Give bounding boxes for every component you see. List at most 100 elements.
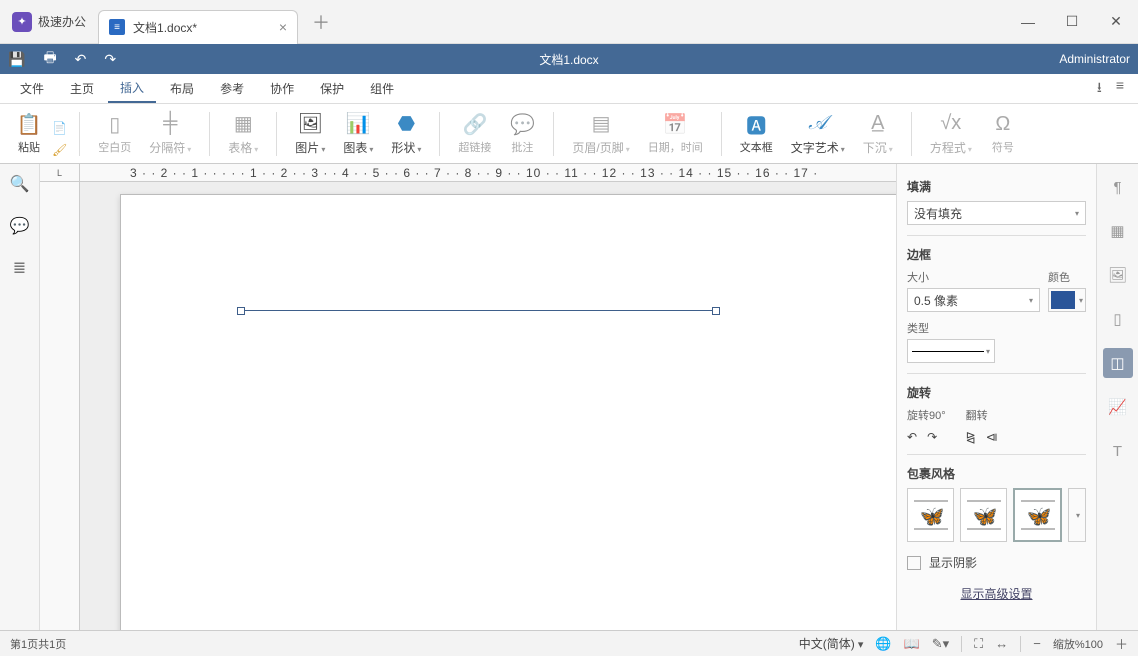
tab-file[interactable]: 文件: [8, 75, 56, 102]
search-icon[interactable]: 🔍: [10, 174, 30, 194]
fit-page-icon[interactable]: ⛶: [974, 636, 983, 652]
wordart-icon: 𝒜: [808, 112, 827, 136]
outline-icon[interactable]: ≣: [13, 258, 26, 278]
page[interactable]: [120, 194, 896, 630]
border-heading: 边框: [907, 246, 1086, 263]
shape-button[interactable]: ⬣形状▾: [385, 110, 427, 158]
document-tab[interactable]: ≡ 文档1.docx* ×: [98, 10, 298, 44]
image-button[interactable]: 🖼图片▾: [289, 110, 331, 158]
hamburger-icon[interactable]: ≡: [1116, 77, 1124, 101]
flip-horizontal-icon[interactable]: ⧏: [986, 430, 998, 444]
wrap-more-button[interactable]: ▾: [1068, 488, 1086, 542]
zoom-in-button[interactable]: ＋: [1115, 634, 1128, 653]
redo-icon[interactable]: ↷: [104, 51, 116, 68]
tab-insert[interactable]: 插入: [108, 74, 156, 103]
blank-page-button: ▯空白页: [92, 110, 137, 157]
paste-button[interactable]: 📋 粘贴: [10, 110, 48, 157]
border-style-select[interactable]: ▾: [907, 339, 995, 363]
globe-icon[interactable]: 🌐: [875, 636, 891, 652]
paragraph-panel-icon[interactable]: ¶: [1103, 172, 1133, 202]
textbox-button[interactable]: 🅰文本框: [734, 110, 779, 157]
horizontal-ruler[interactable]: 3 · · 2 · · 1 · · · · · 1 · · 2 · · 3 · …: [80, 164, 896, 182]
wrap-style-2[interactable]: 🦋: [960, 488, 1007, 542]
tab-home[interactable]: 主页: [58, 75, 106, 102]
dropcap-icon: A̲: [871, 112, 884, 136]
chart-panel-icon[interactable]: 📈: [1103, 392, 1133, 422]
shape-properties-panel: 填满 没有填充▾ 边框 大小 0.5 像素▾ 颜色 ▾ 类型 ▾ 旋转: [896, 164, 1096, 630]
shape-panel-icon[interactable]: ◫: [1103, 348, 1133, 378]
document-canvas[interactable]: L 3 · · 2 · · 1 · · · · · 1 · · 2 · · 3 …: [40, 164, 896, 630]
table-icon: ▦: [234, 112, 253, 136]
image-panel-icon[interactable]: 🖼: [1103, 260, 1133, 290]
header-footer-button: ▤页眉/页脚▾: [566, 110, 635, 158]
work-area: 🔍 💬 ≣ L 3 · · 2 · · 1 · · · · · 1 · · 2 …: [0, 164, 1138, 630]
ribbon-insert: 📋 粘贴 📄 🖌 ▯空白页 ╪分隔符▾ ▦表格▾ 🖼图片▾ 📊图表▾ ⬣形状▾ …: [0, 104, 1138, 164]
format-painter-icon[interactable]: 🖌: [52, 143, 67, 157]
wrap-style-3[interactable]: 🦋: [1013, 488, 1062, 542]
border-color-label: 颜色: [1048, 269, 1086, 285]
tab-plugin[interactable]: 组件: [358, 75, 406, 102]
equation-button: √x方程式▾: [924, 110, 978, 158]
save-icon[interactable]: 💾: [8, 51, 25, 68]
minimize-button[interactable]: —: [1006, 0, 1050, 44]
image-icon: 🖼: [298, 112, 323, 136]
user-label[interactable]: Administrator: [1059, 52, 1130, 66]
vertical-ruler[interactable]: [40, 182, 80, 630]
resize-handle-right[interactable]: [712, 307, 720, 315]
resize-handle-left[interactable]: [237, 307, 245, 315]
chart-icon: 📊: [346, 112, 371, 136]
document-tab-title: 文档1.docx*: [133, 19, 197, 36]
rotate-ccw-icon[interactable]: ↶: [907, 430, 917, 444]
close-window-button[interactable]: ✕: [1094, 0, 1138, 44]
status-bar: 第1页共1页 中文(简体) ▾ 🌐 📖 ✎▾ ⛶ ↔ − 缩放%100 ＋: [0, 630, 1138, 656]
flip-vertical-icon[interactable]: ⧎: [966, 430, 976, 444]
selected-line-shape[interactable]: [241, 310, 716, 311]
table-button: ▦表格▾: [222, 110, 264, 158]
new-tab-button[interactable]: ＋: [312, 9, 330, 35]
border-size-select[interactable]: 0.5 像素▾: [907, 288, 1040, 312]
color-chip: [1051, 291, 1075, 309]
show-shadow-checkbox[interactable]: 显示阴影: [907, 554, 1086, 571]
copy-icon[interactable]: 📄: [52, 121, 67, 135]
advanced-settings-link[interactable]: 显示高级设置: [907, 585, 1086, 602]
close-tab-button[interactable]: ×: [279, 19, 287, 35]
fit-width-icon[interactable]: ↔: [995, 636, 1008, 651]
doc-title: 文档1.docx: [539, 51, 598, 68]
language-status[interactable]: 中文(简体) ▾: [799, 635, 864, 652]
app-icon: ✦: [12, 12, 32, 32]
comment-button: 💬批注: [503, 110, 541, 157]
app-name: 极速办公: [38, 13, 86, 30]
tab-collab[interactable]: 协作: [258, 75, 306, 102]
table-panel-icon[interactable]: ▦: [1103, 216, 1133, 246]
title-bar: ✦ 极速办公 ≡ 文档1.docx* × ＋ — ☐ ✕: [0, 0, 1138, 44]
page-break-button: ╪分隔符▾: [143, 110, 197, 158]
textbox-icon: 🅰: [746, 112, 766, 136]
undo-icon[interactable]: ↶: [75, 51, 87, 68]
fill-select[interactable]: 没有填充▾: [907, 201, 1086, 225]
wrap-style-1[interactable]: 🦋: [907, 488, 954, 542]
wordart-button[interactable]: 𝒜文字艺术▾: [785, 110, 851, 158]
print-icon[interactable]: 🖶: [43, 47, 56, 71]
link-icon: 🔗: [462, 112, 487, 136]
open-file-location-icon[interactable]: ⭳: [1097, 77, 1102, 101]
header-panel-icon[interactable]: ▯: [1103, 304, 1133, 334]
chart-button[interactable]: 📊图表▾: [337, 110, 379, 158]
rotate-cw-icon[interactable]: ↷: [927, 430, 937, 444]
symbol-button: Ω符号: [984, 110, 1022, 157]
tab-reference[interactable]: 参考: [208, 75, 256, 102]
wordart-panel-icon[interactable]: T: [1103, 436, 1133, 466]
zoom-level[interactable]: 缩放%100: [1053, 636, 1103, 652]
track-changes-icon[interactable]: ✎▾: [932, 636, 949, 652]
left-sidebar: 🔍 💬 ≣: [0, 164, 40, 630]
tab-protect[interactable]: 保护: [308, 75, 356, 102]
border-size-label: 大小: [907, 269, 1040, 285]
spellcheck-icon[interactable]: 📖: [904, 636, 920, 652]
zoom-out-button[interactable]: −: [1033, 636, 1041, 651]
comment-icon: 💬: [510, 112, 535, 136]
comments-panel-icon[interactable]: 💬: [10, 216, 30, 236]
menu-bar: 文件 主页 插入 布局 参考 协作 保护 组件 ⭳ ≡: [0, 74, 1138, 104]
border-color-picker[interactable]: ▾: [1048, 288, 1086, 312]
tab-layout[interactable]: 布局: [158, 75, 206, 102]
ruler-corner[interactable]: L: [40, 164, 80, 182]
maximize-button[interactable]: ☐: [1050, 0, 1094, 44]
